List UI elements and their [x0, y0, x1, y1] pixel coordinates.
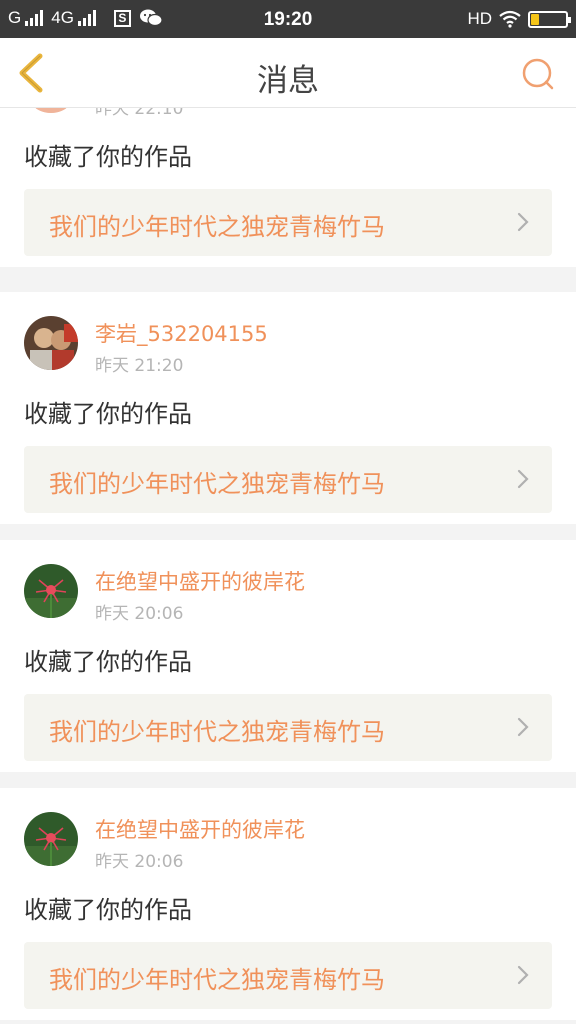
page-title: 消息 — [257, 63, 319, 99]
work-title: 我们的少年时代之独宠青梅竹马 — [49, 470, 385, 498]
message-card: 在绝望中盛开的彼岸花 昨天 20:06 收藏了你的作品 我们的少年时代之独宠青梅… — [0, 788, 576, 1020]
action-text: 收藏了你的作品 — [24, 143, 192, 171]
message-time: 昨天 21:20 — [95, 356, 184, 376]
action-text: 收藏了你的作品 — [24, 400, 192, 428]
username[interactable]: 在绝望中盛开的彼岸花 — [95, 814, 305, 844]
action-text: 收藏了你的作品 — [24, 896, 192, 924]
battery-icon — [528, 10, 571, 28]
message-time: 昨天 20:06 — [95, 852, 184, 872]
status-bar: G 4G S 19:20 HD — [0, 0, 576, 38]
work-link[interactable]: 我们的少年时代之独宠青梅竹马 — [24, 694, 552, 761]
chevron-right-icon — [517, 469, 529, 489]
search-button[interactable] — [518, 54, 558, 94]
work-title: 我们的少年时代之独宠青梅竹马 — [49, 718, 385, 746]
message-card: 李岩_532204155 昨天 21:20 收藏了你的作品 我们的少年时代之独宠… — [0, 292, 576, 524]
status-right: HD — [467, 9, 571, 29]
chevron-right-icon — [517, 717, 529, 737]
wifi-icon — [499, 10, 521, 28]
username[interactable]: 在绝望中盛开的彼岸花 — [95, 566, 305, 596]
chevron-right-icon — [517, 212, 529, 232]
work-link[interactable]: 我们的少年时代之独宠青梅竹马 — [24, 189, 552, 256]
message-card: 在绝望中盛开的彼岸花 昨天 20:06 收藏了你的作品 我们的少年时代之独宠青梅… — [0, 540, 576, 772]
work-title: 我们的少年时代之独宠青梅竹马 — [49, 966, 385, 994]
hd-label: HD — [467, 9, 492, 28]
message-list[interactable]: 昨天 22:10 收藏了你的作品 我们的少年时代之独宠青梅竹马 李岩_53220… — [0, 38, 576, 1024]
avatar[interactable] — [24, 812, 78, 866]
username[interactable]: 李岩_532204155 — [95, 318, 268, 348]
search-icon — [522, 58, 554, 90]
chevron-right-icon — [517, 965, 529, 985]
work-link[interactable]: 我们的少年时代之独宠青梅竹马 — [24, 446, 552, 513]
message-time: 昨天 20:06 — [95, 604, 184, 624]
avatar[interactable] — [24, 316, 78, 370]
action-text: 收藏了你的作品 — [24, 648, 192, 676]
work-title: 我们的少年时代之独宠青梅竹马 — [49, 213, 385, 241]
work-link[interactable]: 我们的少年时代之独宠青梅竹马 — [24, 942, 552, 1009]
header-bar: 消息 — [0, 38, 576, 108]
avatar[interactable] — [24, 564, 78, 618]
